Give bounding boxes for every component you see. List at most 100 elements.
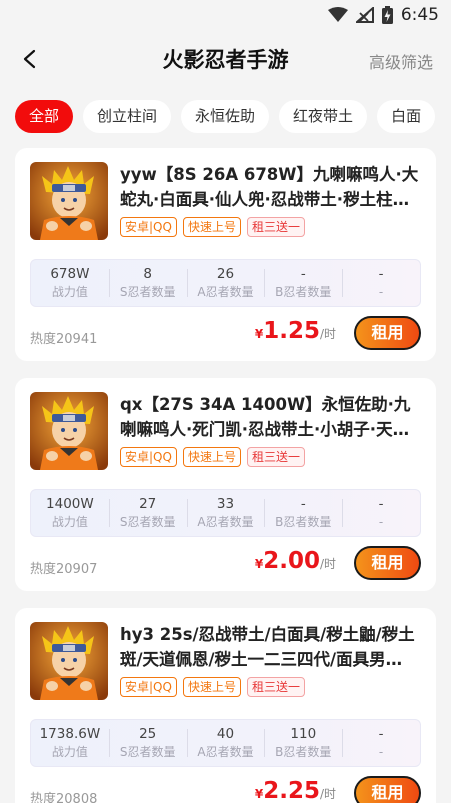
heat-value: 热度20907 (30, 562, 98, 577)
status-time: 6:45 (400, 5, 439, 25)
stat-label: 战力值 (51, 285, 88, 299)
stat-power: 1400W 战力值 (31, 495, 109, 531)
header: 火影忍者手游 高级筛选 (0, 30, 451, 88)
account-card[interactable]: yyw【8S 26A 678W】九喇嘛鸣人·大蛇丸·白面具·仙人兜·忍战带土·秽… (15, 148, 436, 361)
tag-fast-login: 快速上号 (182, 217, 241, 237)
account-list: yyw【8S 26A 678W】九喇嘛鸣人·大蛇丸·白面具·仙人兜·忍战带土·秽… (0, 148, 451, 803)
battery-charging-icon (381, 6, 393, 24)
account-title: hy3 25s/忍战带土/白面具/秽土鼬/秽土斑/天道佩恩/秽土一二三四代/面具… (120, 625, 415, 669)
stat-s-count: 8 S忍者数量 (108, 265, 187, 301)
stat-value: 33 (216, 496, 235, 512)
stat-a-count: 26 A忍者数量 (186, 265, 265, 301)
price-unit: /时 (319, 327, 336, 341)
tag-fast-login: 快速上号 (182, 447, 241, 467)
stat-power: 1738.6W 战力值 (31, 725, 109, 761)
naruto-avatar-icon (30, 162, 108, 240)
rent-button[interactable]: 租用 (354, 546, 421, 580)
stat-value: - (300, 266, 306, 282)
stat-value: 1400W (46, 496, 94, 512)
account-card[interactable]: qx【27S 34A 1400W】永恒佐助·九喇嘛鸣人·死门凯·忍战带土·小胡子… (15, 378, 436, 591)
tab-hongye-daitu[interactable]: 红夜带土 (279, 100, 368, 133)
stat-value: 27 (139, 496, 157, 512)
stat-value: - (300, 496, 306, 512)
stats-panel: 1738.6W 战力值 25 S忍者数量 40 A忍者数量 110 B忍者数量 -- (30, 719, 421, 767)
rent-button[interactable]: 租用 (354, 776, 421, 803)
price-currency: ¥ (254, 327, 264, 341)
stat-power: 678W 战力值 (31, 265, 109, 301)
stat-b-count: - B忍者数量 (264, 495, 342, 531)
stat-label: S忍者数量 (119, 285, 176, 299)
stat-value: 8 (143, 266, 152, 282)
stat-label: B忍者数量 (275, 515, 332, 529)
stat-label: - (378, 745, 384, 759)
tab-baimian[interactable]: 白面 (377, 100, 436, 133)
account-thumbnail (30, 622, 108, 700)
tag-list: 安卓|QQ 快速上号 租三送一 (120, 217, 421, 237)
stat-value: - (378, 496, 384, 512)
stats-panel: 678W 战力值 8 S忍者数量 26 A忍者数量 - B忍者数量 -- (30, 259, 421, 307)
stat-value: - (378, 266, 384, 282)
tab-yongheng-zuozhu[interactable]: 永恒佐助 (181, 100, 270, 133)
stat-label: 战力值 (51, 515, 88, 529)
stat-label: - (378, 515, 384, 529)
rent-button[interactable]: 租用 (354, 316, 421, 350)
price-currency: ¥ (254, 787, 264, 801)
stat-value: 40 (216, 726, 235, 742)
stat-b-count: 110 B忍者数量 (264, 725, 342, 761)
stat-a-count: 40 A忍者数量 (186, 725, 265, 761)
stat-label: S忍者数量 (119, 745, 176, 759)
stat-label: - (378, 285, 384, 299)
account-title: qx【27S 34A 1400W】永恒佐助·九喇嘛鸣人·死门凯·忍战带土·小胡子… (120, 395, 411, 439)
account-card[interactable]: hy3 25s/忍战带土/白面具/秽土鼬/秽土斑/天道佩恩/秽土一二三四代/面具… (15, 608, 436, 803)
tag-promo: 租三送一 (246, 447, 305, 467)
stat-label: A忍者数量 (197, 285, 254, 299)
stat-value: 25 (139, 726, 157, 742)
price-currency: ¥ (254, 557, 264, 571)
stats-panel: 1400W 战力值 27 S忍者数量 33 A忍者数量 - B忍者数量 - - (30, 489, 421, 537)
tag-list: 安卓|QQ 快速上号 租三送一 (120, 447, 421, 467)
naruto-avatar-icon (30, 392, 108, 470)
account-title: yyw【8S 26A 678W】九喇嘛鸣人·大蛇丸·白面具·仙人兜·忍战带土·秽… (120, 165, 419, 209)
stat-extra: -- (342, 265, 420, 301)
stat-extra: -- (342, 725, 420, 761)
advanced-filter-button[interactable]: 高级筛选 (369, 49, 433, 73)
tag-promo: 租三送一 (246, 677, 305, 697)
stat-label: S忍者数量 (119, 515, 176, 529)
price-value: 2.00 (263, 548, 320, 574)
price-value: 1.25 (263, 318, 320, 344)
tab-all[interactable]: 全部 (15, 100, 74, 133)
heat-value: 热度20941 (30, 332, 98, 347)
wifi-icon (327, 7, 348, 22)
price-unit: /时 (319, 557, 336, 571)
stat-value: 26 (216, 266, 235, 282)
stat-label: A忍者数量 (197, 745, 254, 759)
no-signal-icon (355, 7, 374, 23)
stat-a-count: 33 A忍者数量 (186, 495, 265, 531)
price: ¥2.25/时 (255, 778, 336, 803)
stat-value: 1738.6W (39, 726, 101, 742)
tag-promo: 租三送一 (246, 217, 305, 237)
account-thumbnail (30, 392, 108, 470)
tab-chuangli-zhujian[interactable]: 创立柱间 (83, 100, 172, 133)
naruto-avatar-icon (30, 622, 108, 700)
stat-value: 678W (50, 266, 90, 282)
stat-value: 110 (290, 726, 317, 742)
heat-value: 热度20808 (30, 792, 98, 803)
stat-s-count: 27 S忍者数量 (108, 495, 187, 531)
tag-list: 安卓|QQ 快速上号 租三送一 (120, 677, 421, 697)
stat-label: B忍者数量 (275, 745, 332, 759)
price: ¥1.25/时 (255, 318, 336, 344)
stat-label: A忍者数量 (197, 515, 254, 529)
account-thumbnail (30, 162, 108, 240)
tag-platform: 安卓|QQ (120, 677, 177, 697)
tag-platform: 安卓|QQ (120, 217, 177, 237)
stat-value: - (378, 726, 384, 742)
price: ¥2.00/时 (255, 548, 336, 574)
tag-platform: 安卓|QQ (120, 447, 177, 467)
price-unit: /时 (319, 787, 336, 801)
stat-label: 战力值 (51, 745, 88, 759)
stat-label: B忍者数量 (275, 285, 332, 299)
stat-s-count: 25 S忍者数量 (108, 725, 187, 761)
tag-fast-login: 快速上号 (182, 677, 241, 697)
stat-b-count: - B忍者数量 (264, 265, 342, 301)
